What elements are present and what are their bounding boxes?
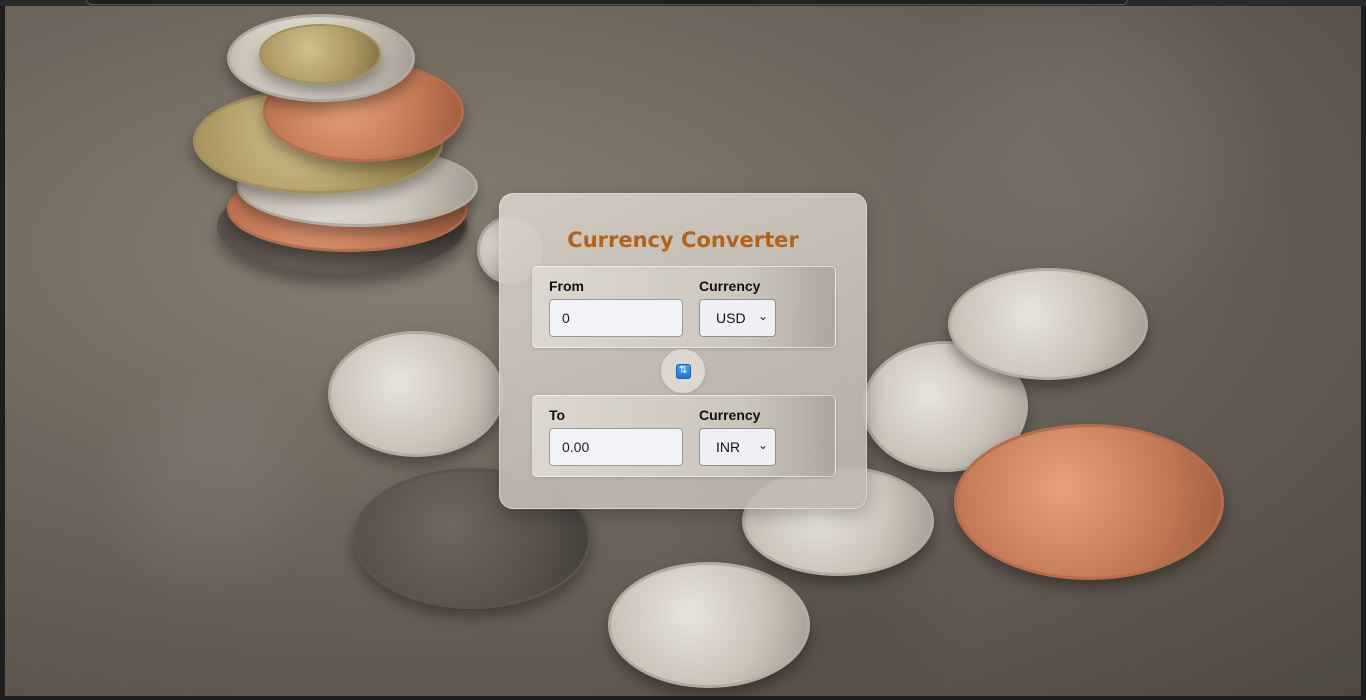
converter-card: Currency Converter From Currency 0 USD ⌄…: [499, 193, 867, 509]
from-panel: From Currency 0 USD ⌄: [532, 266, 836, 348]
chevron-down-icon: ⌄: [757, 438, 768, 452]
from-currency-label: Currency: [699, 278, 761, 294]
page-viewport: Currency Converter From Currency 0 USD ⌄…: [5, 6, 1361, 696]
coin-stack-top-center: [259, 24, 381, 84]
to-amount-input[interactable]: 0.00: [549, 428, 683, 466]
to-panel: To Currency 0.00 INR ⌄: [532, 395, 836, 477]
swap-button-container: ⇅: [661, 349, 705, 393]
to-currency-label: Currency: [699, 407, 761, 423]
from-currency-value: USD: [716, 310, 746, 326]
coin-nickel: [948, 268, 1148, 380]
from-amount-input[interactable]: 0: [549, 299, 683, 337]
to-label: To: [549, 407, 566, 423]
browser-address-bar-edge: [86, 0, 1128, 5]
coin-penny: [954, 424, 1224, 580]
to-currency-select[interactable]: INR ⌄: [699, 428, 776, 466]
chevron-down-icon: ⌄: [757, 309, 768, 323]
from-currency-select[interactable]: USD ⌄: [699, 299, 776, 337]
to-currency-value: INR: [716, 439, 741, 455]
swap-arrows-icon: ⇅: [679, 365, 688, 376]
coin-left-middle: [328, 331, 504, 457]
swap-button[interactable]: ⇅: [676, 364, 691, 379]
from-label: From: [549, 278, 584, 294]
coin-bottom-center: [608, 562, 810, 688]
page-title: Currency Converter: [567, 228, 799, 252]
